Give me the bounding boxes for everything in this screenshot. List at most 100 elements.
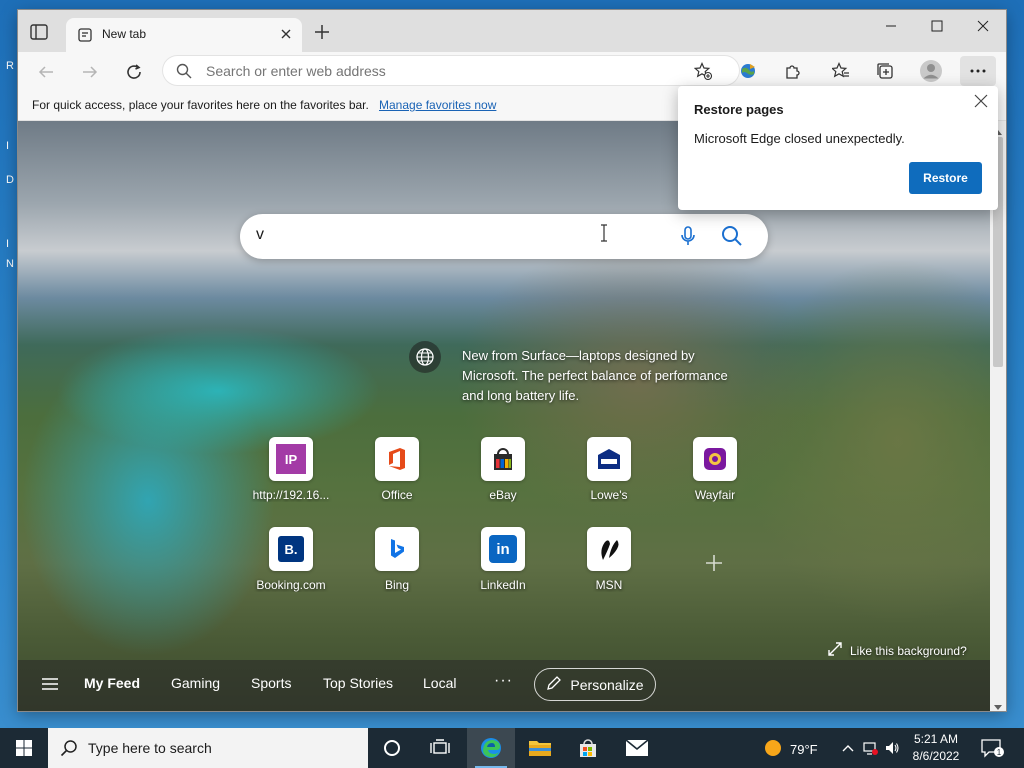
mail-icon[interactable] [613, 728, 661, 768]
quick-link-label: Booking.com [256, 578, 326, 592]
weather-temperature: 79°F [790, 742, 818, 757]
chevron-up-icon[interactable] [840, 740, 856, 756]
feed-tab-sports[interactable]: Sports [251, 675, 291, 691]
more-tabs-button[interactable]: ··· [494, 672, 513, 690]
cortana-icon[interactable] [368, 728, 416, 768]
personalize-button[interactable]: Personalize [534, 668, 656, 701]
minimize-button[interactable] [868, 10, 914, 42]
forward-button[interactable] [76, 58, 104, 86]
favorites-icon[interactable] [826, 56, 856, 86]
sun-icon [764, 739, 782, 760]
feed-tab-gaming[interactable]: Gaming [171, 675, 220, 691]
linkedin-icon: in [481, 527, 525, 571]
new-tab-button[interactable] [312, 22, 332, 42]
quick-link-tile[interactable]: Wayfair [670, 437, 760, 509]
store-icon[interactable] [564, 728, 612, 768]
dialog-title: Restore pages [694, 102, 784, 117]
extensions-icon[interactable] [778, 56, 808, 86]
clock-date: 8/6/2022 [912, 749, 960, 763]
quick-link-tile[interactable]: Bing [352, 527, 442, 599]
quick-link-tile[interactable]: eBay [458, 437, 548, 509]
back-button[interactable] [32, 58, 60, 86]
quick-link-tile[interactable]: B. Booking.com [246, 527, 336, 599]
desktop-icon-label: I [6, 238, 10, 250]
notification-count: 1 [997, 748, 1002, 757]
taskbar-search-placeholder: Type here to search [88, 740, 212, 756]
like-background-link[interactable]: Like this background? [828, 642, 967, 659]
network-icon[interactable] [862, 740, 878, 756]
search-icon[interactable] [720, 224, 744, 248]
scroll-down-icon[interactable] [994, 699, 1002, 710]
desktop-icon-label: N [6, 258, 14, 270]
text-cursor-icon [600, 224, 608, 242]
feed-tab-top-stories[interactable]: Top Stories [323, 675, 393, 691]
address-bar[interactable] [162, 55, 740, 86]
promo-text[interactable]: New from Surface—laptops designed by Mic… [462, 346, 730, 406]
tab-strip: New tab [18, 10, 1006, 52]
quick-link-label: Lowe's [590, 488, 628, 502]
feed-bar: My Feed Gaming Sports Top Stories Local … [18, 660, 990, 711]
start-button[interactable] [0, 728, 48, 768]
close-icon[interactable] [974, 94, 988, 108]
address-input[interactable] [206, 63, 676, 79]
profile-avatar[interactable] [916, 56, 946, 86]
quick-link-tile[interactable]: Office [352, 437, 442, 509]
quick-link-label: eBay [489, 488, 517, 502]
manage-favorites-link[interactable]: Manage favorites now [379, 98, 496, 112]
quick-link-tile[interactable]: IP http://192.16... [246, 437, 336, 509]
web-search-input[interactable] [256, 226, 656, 244]
restore-pages-dialog: Restore pages Microsoft Edge closed unex… [678, 86, 998, 210]
lowes-icon [587, 437, 631, 481]
extension-globe-icon[interactable] [733, 56, 763, 86]
add-site-icon[interactable] [704, 553, 724, 573]
quick-link-tile[interactable]: MSN [564, 527, 654, 599]
dialog-message: Microsoft Edge closed unexpectedly. [694, 131, 905, 146]
search-icon [176, 63, 192, 79]
bing-icon [375, 527, 419, 571]
ip-icon: IP [269, 437, 313, 481]
refresh-button[interactable] [120, 58, 148, 86]
microphone-icon[interactable] [676, 224, 700, 248]
tab-title: New tab [102, 27, 147, 41]
quick-link-label: LinkedIn [480, 578, 526, 592]
quick-link-tile[interactable]: in LinkedIn [458, 527, 548, 599]
restore-button[interactable]: Restore [909, 162, 982, 194]
tab-actions-icon[interactable] [30, 24, 48, 40]
taskbar-search-box[interactable]: Type here to search [48, 728, 368, 768]
quick-link-label: Office [381, 488, 413, 502]
taskbar: Type here to search 79°F 5:21 AM 8/6/202… [0, 728, 1024, 768]
close-window-button[interactable] [960, 10, 1006, 42]
desktop-icon-label: I [6, 140, 10, 152]
collections-icon[interactable] [870, 56, 900, 86]
weather-widget[interactable]: 79°F [764, 739, 818, 760]
volume-icon[interactable] [884, 740, 900, 756]
quick-link-label: Bing [384, 578, 410, 592]
office-icon [375, 437, 419, 481]
ebay-icon [481, 437, 525, 481]
web-search-box[interactable] [240, 214, 768, 259]
menu-icon[interactable] [40, 676, 60, 692]
toolbar [18, 52, 1006, 90]
maximize-button[interactable] [914, 10, 960, 42]
desktop-icon-label: D [6, 174, 14, 186]
quick-link-label: MSN [595, 578, 623, 592]
close-icon[interactable] [278, 26, 294, 42]
expand-icon [828, 642, 842, 659]
personalize-label: Personalize [570, 676, 644, 693]
task-view-icon[interactable] [416, 728, 464, 768]
edge-taskbar-icon[interactable] [467, 728, 515, 768]
notification-center-icon[interactable]: 1 [980, 738, 1004, 758]
globe-icon[interactable] [409, 341, 441, 373]
msn-icon [587, 527, 631, 571]
feed-tab-local[interactable]: Local [423, 675, 456, 691]
add-favorite-icon[interactable] [693, 62, 713, 81]
feed-tab-my-feed[interactable]: My Feed [84, 675, 140, 691]
clock-time: 5:21 AM [913, 732, 959, 746]
tab-new-tab[interactable]: New tab [66, 18, 302, 52]
system-clock[interactable]: 5:21 AM 8/6/2022 [906, 731, 966, 765]
settings-more-icon[interactable] [960, 56, 996, 86]
file-explorer-icon[interactable] [516, 728, 564, 768]
quick-link-tile[interactable]: Lowe's [564, 437, 654, 509]
desktop-icon-label: R [6, 60, 14, 72]
wayfair-icon [693, 437, 737, 481]
